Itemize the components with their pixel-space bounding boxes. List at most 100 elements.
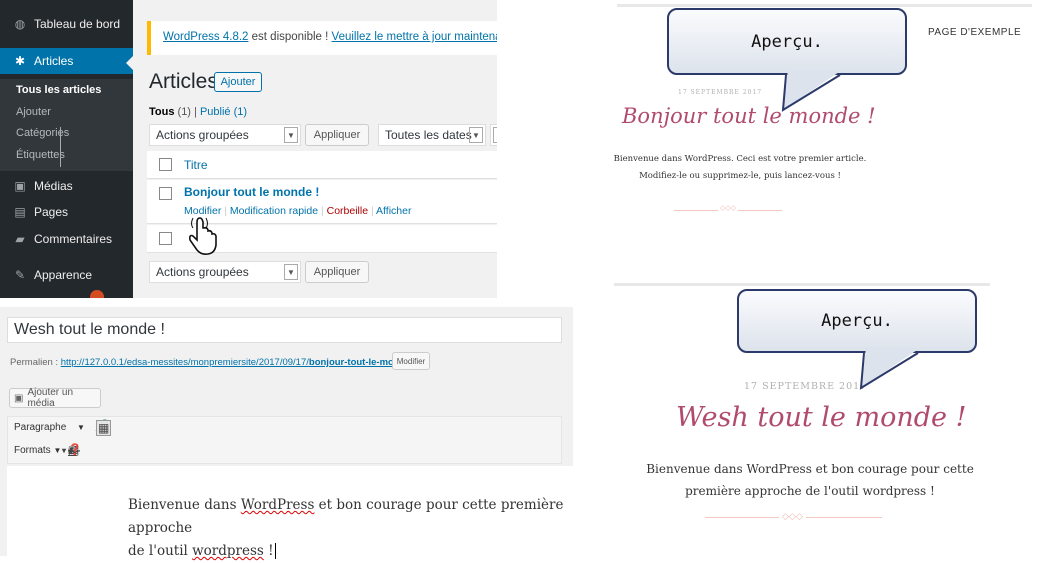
sidebar-item-label: Médias <box>34 179 73 193</box>
apply-button-bottom[interactable]: Appliquer <box>305 261 369 283</box>
nav-sample-page[interactable]: PAGE D'EXEMPLE <box>928 27 1021 38</box>
submenu-add[interactable]: Ajouter <box>16 106 51 118</box>
table-header-row: Titre <box>147 151 497 179</box>
format-select-value: Paragraphe <box>14 422 67 433</box>
post-body-line: Bienvenue dans WordPress. Ceci est votre… <box>613 154 867 164</box>
add-article-button[interactable]: Ajouter <box>214 72 262 92</box>
formats-menu-label: Formats <box>14 445 51 456</box>
appearance-icon: ✎ <box>14 268 26 282</box>
dates-filter-value: Toutes les dates <box>385 128 472 142</box>
status-filters: Tous (1) | Publié (1) <box>149 106 247 118</box>
dashboard-icon: ◍ <box>14 17 26 31</box>
post-title[interactable]: Wesh tout le monde ! <box>676 402 966 433</box>
active-menu-arrow <box>126 56 133 70</box>
preview-top-border <box>617 4 1032 7</box>
submenu-categories[interactable]: Catégories <box>16 127 69 139</box>
filter-all-count: (1) <box>177 106 191 118</box>
plugins-update-badge <box>90 290 104 298</box>
ornament-icon: ◇◇◇ <box>779 511 806 522</box>
post-body-line: Bienvenue dans WordPress et bon courage … <box>646 462 974 476</box>
select-all-checkbox-bottom[interactable] <box>159 232 172 245</box>
articles-submenu: Tous les articles Ajouter Catégories Éti… <box>0 79 133 171</box>
speech-bubble-top: Aperçu. <box>667 8 907 75</box>
post-body: Bienvenue dans WordPress et bon courage … <box>630 458 990 502</box>
speech-bubble-bottom: Aperçu. <box>737 289 977 353</box>
sidebar-item-label: Pages <box>34 205 69 219</box>
apply-button-top[interactable]: Appliquer <box>305 124 369 146</box>
media-icon: ▣ <box>14 392 24 404</box>
filter-all[interactable]: Tous <box>149 106 174 118</box>
sidebar-item-pages[interactable]: ▤ Pages <box>0 200 133 224</box>
quick-edit-link[interactable]: Modification rapide <box>230 205 318 217</box>
add-media-button[interactable]: ▣ Ajouter un média <box>9 387 101 409</box>
submenu-all-articles[interactable]: Tous les articles <box>16 84 101 96</box>
chevron-down-icon: ▼ <box>53 446 62 455</box>
speech-bubble-tail-top <box>781 70 842 112</box>
page-title: Articles <box>149 70 218 93</box>
admin-sidebar: ◍ Tableau de bord ✱ Articles Tous les ar… <box>0 0 133 298</box>
view-link[interactable]: Afficher <box>376 205 411 217</box>
notice-text: est disponible ! <box>248 31 332 43</box>
post-date: 17 SEPTEMBRE 2017 <box>678 89 763 96</box>
update-notice: WordPress 4.8.2 est disponible ! Veuille… <box>147 21 497 55</box>
chevron-down-icon: ▼ <box>493 127 497 143</box>
formats-menu[interactable]: Formats ▼ <box>14 445 61 456</box>
sidebar-item-comments[interactable]: ▰ Commentaires <box>0 227 133 251</box>
text-cursor-mark <box>60 127 61 167</box>
permalink-url-prefix: http://127.0.0.1/edsa-messites/monpremie… <box>60 357 309 368</box>
chevron-down-icon: ▼ <box>284 264 298 280</box>
post-date: 17 SEPTEMBRE 2017 <box>744 381 868 392</box>
sidebar-item-appearance[interactable]: ✎ Apparence <box>0 263 133 287</box>
preview-bottom-border <box>614 283 990 286</box>
permalink-label: Permalien : <box>10 357 61 368</box>
sidebar-item-articles[interactable]: ✱ Articles <box>0 48 133 74</box>
chevron-down-icon: ▼ <box>469 127 483 143</box>
bulk-actions-value: Actions groupées <box>156 128 249 142</box>
permalink-url[interactable]: http://127.0.0.1/edsa-messites/monpremie… <box>61 357 414 368</box>
submenu-tags[interactable]: Étiquettes <box>16 149 65 161</box>
column-title-sort[interactable]: Titre <box>184 158 208 172</box>
sidebar-item-media[interactable]: ▣ Médias <box>0 174 133 198</box>
help-icon[interactable]: ❓ <box>68 443 82 456</box>
sidebar-item-label: Commentaires <box>34 232 113 246</box>
post-body-line: première approche de l'outil wordpress ! <box>685 484 935 498</box>
post-body-line: Modifiez-le ou supprimez-le, puis lancez… <box>639 171 841 181</box>
select-all-checkbox[interactable] <box>159 158 172 171</box>
sidebar-item-dashboard[interactable]: ◍ Tableau de bord <box>0 12 133 36</box>
update-now-link[interactable]: Veuillez le mettre à jour maintenant <box>332 31 497 43</box>
ornament-icon: ◇◇◇ <box>718 204 739 212</box>
chevron-down-icon: ▼ <box>77 423 85 432</box>
category-filter-select[interactable]: ▼ <box>490 124 497 146</box>
bulk-actions-select-top[interactable]: Actions groupées ▼ <box>149 124 301 146</box>
row-checkbox[interactable] <box>159 187 172 200</box>
pin-icon: ✱ <box>14 54 26 68</box>
text-caret: ​ <box>274 543 276 559</box>
editor-toolbar: Paragraphe ▼ B I ☰ ☷ ❝ ≡ ≣ ≡ 🔗 ⨯ ▬ ▦ For… <box>7 416 562 464</box>
trash-link[interactable]: Corbeille <box>327 205 368 217</box>
toolbar-toggle-icon[interactable]: ▦ <box>96 420 112 436</box>
editor-content-area[interactable]: Bienvenue dans WordPress et bon courage … <box>7 466 573 559</box>
editor-body-text: Bienvenue dans WordPress et bon courage … <box>128 494 568 563</box>
sidebar-item-label: Articles <box>34 54 74 68</box>
permalink-row: Permalien : http://127.0.0.1/edsa-messit… <box>10 357 413 368</box>
wp-admin-articles-screen: ◍ Tableau de bord ✱ Articles Tous les ar… <box>0 0 497 298</box>
bulk-actions-select-bottom[interactable]: Actions groupées ▼ <box>149 261 301 283</box>
dates-filter-select[interactable]: Toutes les dates ▼ <box>378 124 486 146</box>
add-media-label: Ajouter un média <box>27 387 74 409</box>
bulk-actions-value: Actions groupées <box>156 265 249 279</box>
chevron-down-icon[interactable]: ▾ <box>62 446 66 455</box>
filter-separator: | <box>194 106 197 118</box>
filter-published[interactable]: Publié (1) <box>200 106 247 118</box>
body-text: Bienvenue dans <box>128 497 241 513</box>
speech-bubble-tail-bottom <box>859 348 920 390</box>
wordpress-version-link[interactable]: WordPress 4.8.2 <box>163 31 248 43</box>
permalink-edit-button[interactable]: Modifier <box>392 352 430 370</box>
sidebar-item-label: Apparence <box>34 268 93 282</box>
format-select[interactable]: Paragraphe ▼ <box>14 422 85 433</box>
hand-pointer-icon <box>189 217 217 255</box>
sidebar-item-label: Tableau de bord <box>34 17 121 31</box>
post-title-link[interactable]: Bonjour tout le monde ! <box>184 185 319 199</box>
pages-icon: ▤ <box>14 205 26 219</box>
post-title-input[interactable]: Wesh tout le monde ! <box>7 317 562 343</box>
body-text: de l'outil <box>128 543 193 559</box>
